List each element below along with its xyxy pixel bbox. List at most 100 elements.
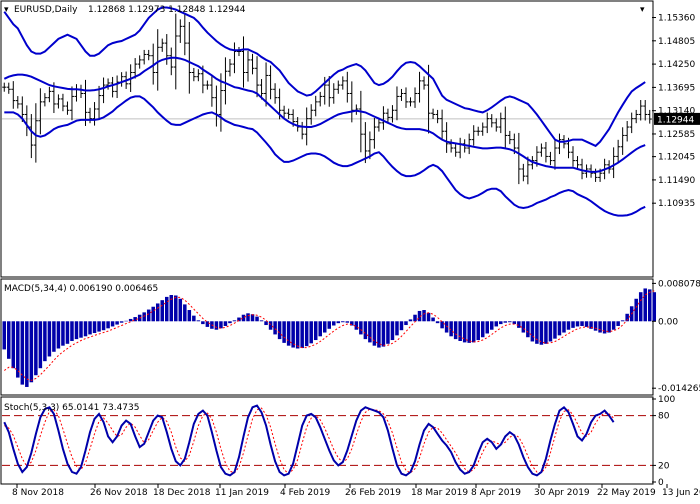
macd-histogram-bar — [179, 299, 183, 322]
macd-histogram-bar — [70, 321, 74, 341]
macd-histogram-bar — [228, 321, 232, 323]
macd-histogram-bar — [48, 321, 52, 356]
macd-histogram-bar — [120, 321, 124, 322]
macd-histogram-bar — [260, 320, 264, 321]
macd-histogram-bar — [39, 321, 43, 368]
macd-histogram-bar — [580, 321, 584, 326]
macd-histogram-bar — [305, 321, 309, 346]
macd-histogram-bar — [440, 321, 444, 328]
macd-histogram-bar — [413, 315, 417, 322]
macd-histogram-bar — [115, 321, 119, 324]
macd-histogram-bar — [603, 321, 607, 333]
macd-histogram-bar — [328, 321, 332, 329]
time-axis-label: 13 Jun 2019 — [662, 488, 700, 498]
macd-histogram-bar — [43, 321, 47, 361]
macd-histogram-bar — [300, 321, 304, 348]
symbol-timeframe: EURUSD,Daily — [14, 5, 78, 15]
time-axis-label: 8 Nov 2018 — [12, 488, 64, 498]
macd-histogram-bar — [219, 321, 223, 328]
stoch-axis-label: 80 — [658, 412, 670, 422]
macd-histogram-bar — [585, 321, 589, 327]
macd-histogram-bar — [490, 321, 494, 329]
macd-histogram-bar — [106, 321, 110, 328]
macd-histogram-bar — [34, 321, 38, 375]
macd-histogram-bar — [165, 297, 169, 321]
price-axis-label: 1.13695 — [658, 83, 695, 93]
macd-histogram-bar — [571, 321, 575, 328]
macd-histogram-bar — [373, 321, 377, 345]
macd-histogram-bar — [246, 313, 250, 321]
macd-histogram-bar — [436, 321, 440, 323]
price-axis-label: 1.11490 — [658, 176, 695, 186]
macd-histogram-bar — [598, 321, 602, 332]
macd-histogram-bar — [567, 321, 571, 329]
macd-histogram-bar — [102, 321, 106, 330]
macd-histogram-bar — [535, 321, 539, 344]
macd-histogram-bar — [314, 321, 318, 340]
chart-shift-icon[interactable]: ▾ — [640, 5, 645, 15]
macd-histogram-bar — [386, 321, 390, 344]
macd-histogram-bar — [427, 313, 431, 321]
macd-histogram-bar — [359, 321, 363, 334]
macd-histogram-bar — [485, 321, 489, 333]
macd-histogram-bar — [30, 321, 34, 382]
macd-histogram-bar — [395, 321, 399, 335]
macd-histogram-bar — [431, 318, 435, 322]
macd-histogram-bar — [192, 316, 196, 322]
macd-histogram-bar — [422, 310, 426, 321]
macd-histogram-bar — [278, 321, 282, 339]
macd-histogram-bar — [309, 321, 313, 343]
time-axis-label: 30 Apr 2019 — [534, 488, 590, 498]
macd-histogram-bar — [242, 315, 246, 322]
macd-histogram-bar — [576, 321, 580, 326]
macd-histogram-bar — [75, 321, 79, 339]
macd-histogram-bar — [52, 321, 56, 351]
macd-histogram-bar — [391, 321, 395, 340]
macd-histogram-bar — [504, 321, 508, 322]
macd-histogram-bar — [382, 321, 386, 346]
macd-histogram-bar — [562, 321, 566, 332]
macd-histogram-bar — [558, 321, 562, 335]
macd-histogram-bar — [499, 321, 503, 324]
macd-histogram-bar — [97, 321, 101, 331]
macd-histogram-bar — [643, 288, 647, 321]
macd-histogram-bar — [508, 321, 512, 322]
macd-histogram-bar — [296, 321, 300, 348]
macd-axis-label: 0.00 — [658, 317, 678, 327]
macd-histogram-bar — [197, 320, 201, 321]
macd-histogram-bar — [111, 321, 115, 326]
macd-histogram-bar — [93, 321, 97, 333]
macd-histogram-bar — [531, 321, 535, 341]
macd-histogram-bar — [634, 299, 638, 322]
stoch-axis-label: 0 — [658, 478, 664, 488]
macd-histogram-bar — [233, 320, 237, 321]
macd-histogram-bar — [129, 319, 133, 321]
stoch-title: Stoch(5,3,3) 65.0141 73.4735 — [4, 403, 139, 413]
time-axis-label: 18 Dec 2018 — [153, 488, 211, 498]
macd-histogram-bar — [549, 321, 553, 341]
macd-histogram-bar — [273, 321, 277, 334]
macd-histogram-bar — [174, 295, 178, 321]
macd-histogram-bar — [255, 317, 259, 322]
macd-histogram-bar — [616, 321, 620, 326]
macd-histogram-bar — [454, 321, 458, 339]
macd-histogram-bar — [3, 321, 7, 349]
macd-axis-label: -0.014265 — [658, 384, 700, 394]
macd-histogram-bar — [364, 321, 368, 339]
time-axis-label: 8 Apr 2019 — [471, 488, 521, 498]
macd-histogram-bar — [648, 289, 652, 321]
chart-window: 1.159151.153601.148051.142501.136951.131… — [0, 0, 700, 500]
chart-canvas[interactable]: 1.159151.153601.148051.142501.136951.131… — [0, 0, 700, 500]
macd-histogram-bar — [79, 321, 83, 337]
macd-histogram-bar — [201, 321, 205, 324]
macd-histogram-bar — [287, 321, 291, 345]
macd-histogram-bar — [156, 303, 160, 321]
macd-histogram-bar — [269, 321, 273, 329]
macd-histogram-bar — [25, 321, 29, 387]
macd-histogram-bar — [400, 321, 404, 330]
macd-histogram-bar — [463, 321, 467, 342]
time-axis-label: 4 Feb 2019 — [280, 488, 331, 498]
macd-histogram-bar — [12, 321, 16, 368]
stoch-axis-label: 20 — [658, 461, 670, 471]
macd-histogram-bar — [553, 321, 557, 338]
